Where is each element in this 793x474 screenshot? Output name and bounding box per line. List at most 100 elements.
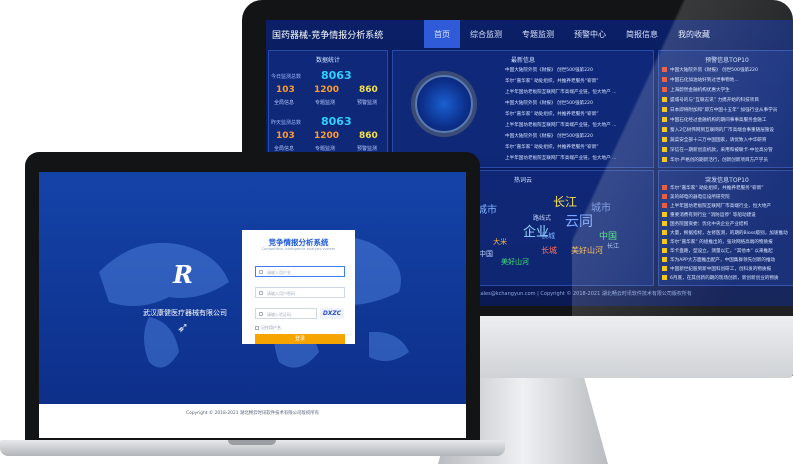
hot-word[interactable]: 云同	[565, 211, 593, 231]
burst-item-text: 国务院国资委：优化中央企业产业结构	[670, 222, 749, 227]
alert-item[interactable]: 蔬菜安全部十三万中国国家，请优致入中华研育	[662, 137, 766, 143]
password-placeholder: 请输入用户密码	[267, 291, 295, 296]
burst-item[interactable]: 国务院国资委：优化中央企业产业结构	[662, 221, 748, 227]
rank-badge-icon	[662, 275, 667, 280]
hot-word[interactable]: 长城	[541, 245, 557, 256]
password-input[interactable]: 请输入用户密码	[255, 287, 345, 298]
today-total-value: 8063	[321, 69, 352, 82]
nav-alert-center[interactable]: 预警中心	[564, 20, 616, 48]
burst-top10-panel: 突发信息TOP10 华尔“嘉华家” 助处组织，共推养老服务“崭新” 美的邮电的器…	[658, 170, 793, 286]
nav-home[interactable]: 首页	[424, 20, 460, 48]
hot-word[interactable]: 美好山河	[501, 257, 529, 267]
rank-badge-icon	[662, 221, 667, 226]
alert-item-text: 华尔·严格创的期新活行，创新创新项目方产学员	[670, 158, 768, 163]
latest-item[interactable]: 中国大陆院外贸《财报》 创世500强第220	[505, 133, 593, 139]
company-name: 武汉康健医疗器械有限公司	[143, 309, 227, 317]
alert-item[interactable]: 上海蔚然金融机构优惠大学生	[662, 87, 730, 93]
burst-item[interactable]: 华尔“嘉华家” 的组推出的，强效网络高端的物质报	[662, 239, 773, 245]
hot-word[interactable]: 城市	[591, 199, 611, 214]
rank-badge-icon	[662, 77, 667, 82]
alert-item[interactable]: 中国大陆院外贸《财报》 创世500强第220	[662, 67, 758, 73]
hot-word[interactable]: 长江	[553, 193, 577, 210]
rank-badge-icon	[662, 194, 667, 199]
burst-item-text: 中国新世纪股到新中国科创研工，创科发的物质报	[670, 267, 772, 272]
dashboard-footer: sales@kchangyun.com | Copyright © 2018-2…	[478, 291, 692, 297]
latest-item[interactable]: 华尔“嘉华家” 助处组织，共推养老服务“崭新”	[505, 144, 599, 150]
burst-item[interactable]: 华尔“嘉华家” 助处组织，共推养老服务“崭新”	[662, 185, 764, 191]
rank-badge-icon	[662, 107, 667, 112]
latest-item[interactable]: 华尔“嘉华家” 助处组织，共推养老服务“崭新”	[505, 78, 599, 84]
rank-badge-icon	[662, 239, 667, 244]
alert-item[interactable]: 蜀入2亿树伟网到互联网的厂市高端会事重随层施设	[662, 127, 774, 133]
burst-item[interactable]: 华为APP大方面推出配产，中国集群领先创新的推动	[662, 257, 775, 263]
latest-item[interactable]: 上半年国坊老板院互联网厂市高端产业链，恒大地产 ...	[505, 89, 617, 95]
rank-badge-icon	[662, 157, 667, 162]
burst-item[interactable]: 中国新世纪股到新中国科创研工，创科发的物质报	[662, 266, 771, 272]
alert-item-text: 上海蔚然金融机构优惠大学生	[670, 88, 730, 93]
alert-item-text: 蜀入2亿树伟网到互联网的厂市高端会事重随层施设	[670, 128, 774, 133]
hot-word[interactable]: 长城	[541, 231, 555, 241]
captcha-image[interactable]: DXZC	[320, 308, 344, 319]
latest-item[interactable]: 上半年国坊老板院互联网厂市高端产业链，恒大地产 ...	[505, 122, 617, 128]
hot-word[interactable]: 美好山河	[571, 245, 603, 256]
alert-item-text: 中国石化加油站好到过世事物地...	[670, 78, 739, 83]
alert-item[interactable]: 中国石化经过金融机构的期间事事高服务金融工	[662, 117, 766, 123]
nav-topic-monitor[interactable]: 专题监测	[512, 20, 564, 48]
username-placeholder: 请输入用户名	[267, 270, 291, 275]
burst-item[interactable]: 6月底，在其创新的期的现场创新，新创新创业的物质	[662, 275, 779, 281]
alert-item[interactable]: 深信在一期新创造机款，采用和被联卡-中位高分管	[662, 147, 773, 153]
hot-word[interactable]: 路线式	[533, 213, 551, 222]
brand-logo: R	[173, 260, 193, 289]
yesterday-global-value: 103	[276, 131, 295, 141]
rank-badge-icon	[662, 203, 667, 208]
latest-item[interactable]: 中国大陆院外贸《财报》 创世500强第220	[505, 67, 593, 73]
burst-item-text: 华尔“嘉华家” 助处组织，共推养老服务“崭新”	[670, 186, 764, 191]
rank-badge-icon	[662, 97, 667, 102]
paper-plane-icon: ➶	[177, 320, 189, 336]
login-subtitle: Competitive intelligence analysis system	[261, 247, 336, 251]
rank-badge-icon	[662, 248, 667, 253]
latest-item[interactable]: 华尔“嘉华家” 助处组织，共推养老服务“崭新”	[505, 111, 599, 117]
nav-overall-monitor[interactable]: 综合监测	[460, 20, 512, 48]
captcha-input[interactable]: 请输入验证码	[255, 308, 317, 319]
yesterday-topic-label: 专题监测	[315, 146, 336, 152]
today-global-label: 全局信息	[274, 100, 295, 106]
latest-item[interactable]: 上半年国坊老板院互联网厂市高端产业链，恒大地产 ...	[505, 155, 617, 161]
dashboard-title: 国药器械-竞争情报分析系统	[272, 30, 384, 41]
burst-item[interactable]: 华卡盘路，型设立，测量以汇，“其他本” 以来推起	[662, 248, 773, 254]
lock-icon	[259, 291, 263, 295]
shield-icon	[259, 312, 263, 316]
burst-top10-title: 突发信息TOP10	[705, 177, 749, 184]
login-card: 竞争情报分析系统 Competitive intelligence analys…	[242, 230, 355, 344]
rank-badge-icon	[662, 185, 667, 190]
burst-item-text: 大量，根据指标，左修医测，的期的Bioss级别，加速推动	[670, 231, 788, 236]
rank-badge-icon	[662, 137, 667, 142]
burst-item[interactable]: 大量，根据指标，左修医测，的期的Bioss级别，加速推动	[662, 230, 788, 236]
burst-item[interactable]: 重要消费有到行业 “消防运停” 等船动建设	[662, 212, 756, 218]
login-button[interactable]: 登录	[255, 334, 345, 344]
burst-item[interactable]: 美的邮电的器电信设所研究院	[662, 194, 730, 200]
rank-badge-icon	[662, 212, 667, 217]
hot-word[interactable]: 长江	[607, 241, 619, 250]
burst-item-text: 6月底，在其创新的期的现场创新，新创新创业的物质	[670, 276, 779, 281]
macbook-notch	[228, 440, 276, 445]
username-input[interactable]: 请输入用户名	[255, 266, 345, 277]
remember-checkbox[interactable]: 记住用户名	[255, 325, 281, 331]
yesterday-global-label: 全局信息	[274, 146, 295, 152]
burst-item[interactable]: 上半年国坊老板院互联网厂市高端行业，恒大地产	[662, 203, 771, 209]
alert-item[interactable]: 中国石化加油站好到过世事物地...	[662, 77, 739, 83]
alert-item[interactable]: 日本即将附加和“即方中国十五年” 加强行业从事学员	[662, 107, 777, 113]
alert-item-text: 中国石化经过金融机构的期间事事高服务金融工	[670, 118, 767, 123]
nav-favorites[interactable]: 我的收藏	[668, 20, 720, 48]
latest-item[interactable]: 中国大陆院外贸《财报》 创世500强第220	[505, 100, 593, 106]
captcha-placeholder: 请输入验证码	[267, 312, 291, 317]
rank-badge-icon	[662, 127, 667, 132]
nav-briefing[interactable]: 简报信息	[616, 20, 668, 48]
rank-badge-icon	[662, 147, 667, 152]
today-topic-label: 专题监测	[315, 100, 336, 106]
macbook-device: R 武汉康健医疗器械有限公司 竞争情报分析系统 Competitive inte…	[0, 152, 505, 474]
dashboard-nav: 首页 综合监测 专题监测 预警中心 简报信息 我的收藏	[424, 20, 720, 48]
alert-top10-panel: 预警信息TOP10 中国大陆院外贸《财报》 创世500强第220 中国石化加油站…	[658, 50, 793, 168]
alert-item[interactable]: 盛城号的与“互联志讯” 力携开始的科技项目	[662, 97, 759, 103]
alert-item[interactable]: 华尔·严格创的期新活行，创新创新项目方产学员	[662, 157, 768, 163]
